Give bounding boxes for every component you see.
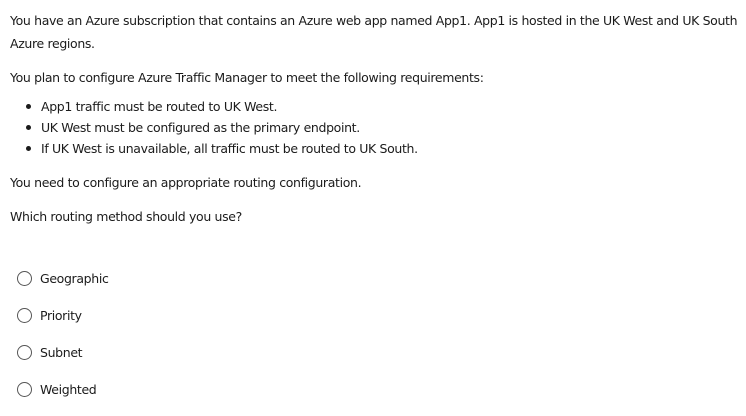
requirement-item: If UK West is unavailable, all traffic m… — [10, 138, 744, 159]
option-label[interactable]: Priority — [40, 308, 82, 323]
option-subnet[interactable]: Subnet — [17, 342, 317, 362]
radio-button-priority[interactable] — [17, 307, 32, 323]
bullet-icon — [26, 104, 31, 109]
question-intro: You have an Azure subscription that cont… — [10, 13, 738, 51]
question-need: You need to configure an appropriate rou… — [10, 175, 362, 190]
requirement-text: App1 traffic must be routed to UK West. — [41, 99, 278, 114]
bullet-icon — [26, 146, 31, 151]
option-priority[interactable]: Priority — [17, 305, 317, 325]
radio-button-weighted[interactable] — [17, 381, 32, 397]
radio-button-geographic[interactable] — [17, 270, 32, 286]
radio-button-subnet[interactable] — [17, 344, 32, 360]
option-weighted[interactable]: Weighted — [17, 379, 317, 399]
option-geographic[interactable]: Geographic — [17, 268, 317, 288]
option-label[interactable]: Subnet — [40, 345, 83, 360]
requirements-list: App1 traffic must be routed to UK West. … — [10, 96, 744, 159]
question-plan: You plan to configure Azure Traffic Mana… — [10, 70, 484, 85]
answer-options: Geographic Priority Subnet Weighted — [17, 268, 317, 416]
question-ask: Which routing method should you use? — [10, 209, 242, 224]
requirement-text: If UK West is unavailable, all traffic m… — [41, 141, 418, 156]
option-label[interactable]: Geographic — [40, 271, 109, 286]
requirement-text: UK West must be configured as the primar… — [41, 120, 360, 135]
question-text: You have an Azure subscription that cont… — [10, 9, 744, 228]
requirement-item: UK West must be configured as the primar… — [10, 117, 744, 138]
option-label[interactable]: Weighted — [40, 382, 97, 397]
requirement-item: App1 traffic must be routed to UK West. — [10, 96, 744, 117]
bullet-icon — [26, 125, 31, 130]
